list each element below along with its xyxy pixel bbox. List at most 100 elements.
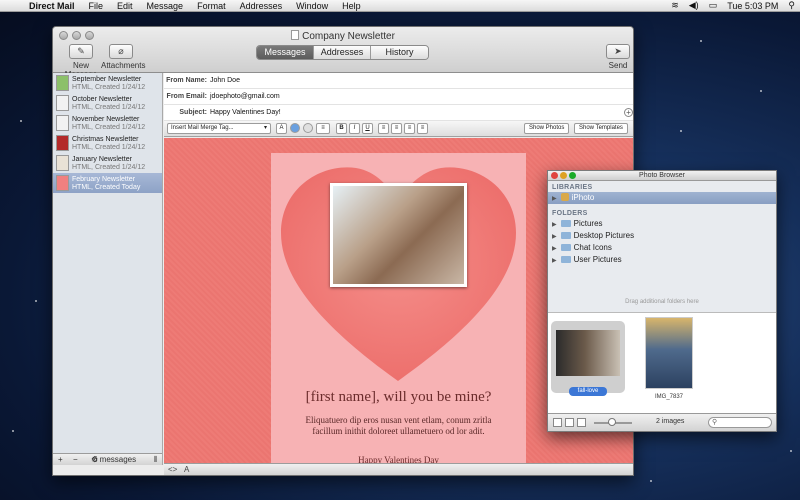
iphoto-icon xyxy=(560,193,569,201)
list-item[interactable]: September Newsletter HTML, Created 1/24/… xyxy=(53,73,162,93)
window-toolbar: Company Newsletter ✎ New Message ⌀ Attac… xyxy=(53,27,633,79)
align-left-icon[interactable]: ≡ xyxy=(378,123,389,134)
menu-edit[interactable]: Edit xyxy=(110,1,140,11)
from-name-label: From Name: xyxy=(166,77,207,84)
list-item[interactable]: January Newsletter HTML, Created 1/24/12 xyxy=(53,153,162,173)
window-title: Company Newsletter xyxy=(53,30,633,42)
folder-icon xyxy=(560,244,571,251)
photo-caption: IMG_7837 xyxy=(654,394,684,400)
font-icon[interactable]: A xyxy=(276,123,287,134)
image-count: 2 images xyxy=(656,418,685,425)
menu-message[interactable]: Message xyxy=(140,1,191,11)
canvas-footer: <> A xyxy=(164,463,633,475)
menu-help[interactable]: Help xyxy=(335,1,368,11)
from-email-field[interactable]: jdoephoto@gmail.com xyxy=(210,89,280,105)
folders-header: FOLDERS xyxy=(552,210,588,217)
paper-plane-icon: ➤ xyxy=(606,44,630,59)
align-center-icon[interactable]: ≡ xyxy=(391,123,402,134)
underline-button[interactable]: U xyxy=(362,123,373,134)
tab-addresses[interactable]: Addresses xyxy=(314,46,371,59)
view-tabs: Messages Addresses History xyxy=(256,45,429,60)
mail-merge-dropdown[interactable]: Insert Mail Merge Tag... ▾ xyxy=(167,123,271,134)
newsletter-thumbnail xyxy=(56,95,69,111)
disclosure-triangle-icon[interactable]: ▶ xyxy=(552,196,557,202)
zoom-button[interactable] xyxy=(569,172,576,179)
folder-item[interactable]: ▶ Chat Icons xyxy=(548,242,776,254)
list-view-icon[interactable] xyxy=(565,418,574,427)
newsletter-headline[interactable]: [first name], will you be mine? xyxy=(271,389,526,406)
menu-app-name[interactable]: Direct Mail xyxy=(22,1,82,11)
search-icon: ⚲ xyxy=(712,419,718,426)
remove-icon[interactable]: − xyxy=(73,455,78,464)
newsletter-thumbnail xyxy=(56,155,69,171)
couple-photo[interactable] xyxy=(330,183,467,287)
folder-item[interactable]: ▶ Desktop Pictures xyxy=(548,230,776,242)
folder-item[interactable]: ▶ User Pictures xyxy=(548,254,776,266)
menu-bar: Direct Mail File Edit Message Format Add… xyxy=(0,0,800,12)
menubar-clock[interactable]: Tue 5:03 PM xyxy=(722,1,783,11)
newsletter-thumbnail xyxy=(56,135,69,151)
resize-handle-icon[interactable]: ⫴ xyxy=(154,455,157,465)
slider-knob[interactable] xyxy=(608,418,616,426)
library-iphoto[interactable]: ▶ iPhoto xyxy=(548,192,776,204)
align-right-icon[interactable]: ≡ xyxy=(404,123,415,134)
add-icon[interactable]: + xyxy=(58,455,63,464)
search-field[interactable]: ⚲ xyxy=(708,417,772,428)
wifi-icon[interactable]: ≋ xyxy=(666,0,684,11)
menu-file[interactable]: File xyxy=(82,1,111,11)
subject-field[interactable]: Happy Valentines Day! xyxy=(210,105,281,121)
battery-icon[interactable]: ▭ xyxy=(704,0,723,11)
menu-format[interactable]: Format xyxy=(190,1,233,11)
text-view-icon[interactable]: A xyxy=(184,465,189,474)
disclosure-triangle-icon[interactable]: ▶ xyxy=(552,234,557,240)
photo-thumbnail[interactable] xyxy=(645,317,693,389)
newsletter-body[interactable]: Eliquatuero dip eros nusan vent etlam, c… xyxy=(291,415,506,437)
folder-icon xyxy=(560,232,571,239)
grid-view-icon[interactable] xyxy=(553,418,562,427)
justify-icon[interactable]: ≡ xyxy=(417,123,428,134)
add-field-icon[interactable]: + xyxy=(624,108,633,117)
format-toolbar: Insert Mail Merge Tag... ▾ A ≡ B I U ≡ ≡ … xyxy=(164,121,633,137)
close-button[interactable] xyxy=(551,172,558,179)
italic-button[interactable]: I xyxy=(349,123,360,134)
list-item[interactable]: Christmas Newsletter HTML, Created 1/24/… xyxy=(53,133,162,153)
disclosure-triangle-icon[interactable]: ▶ xyxy=(552,222,557,228)
folder-icon xyxy=(560,220,571,227)
disclosure-triangle-icon[interactable]: ▶ xyxy=(552,258,557,264)
attachments-button[interactable]: ⌀ Attachments xyxy=(101,44,145,70)
folder-item[interactable]: ▶ Pictures xyxy=(548,218,776,230)
from-email-label: From Email: xyxy=(166,93,207,100)
volume-icon[interactable]: ◀) xyxy=(684,0,704,11)
spotlight-icon[interactable]: ⚲ xyxy=(783,0,800,11)
libraries-header: LIBRARIES xyxy=(552,184,593,191)
column-view-icon[interactable] xyxy=(577,418,586,427)
photo-browser-window: Photo Browser LIBRARIES ▶ iPhoto FOLDERS … xyxy=(547,170,777,432)
minimize-button[interactable] xyxy=(560,172,567,179)
list-item-selected[interactable]: February Newsletter HTML, Created Today xyxy=(53,173,162,193)
from-name-field[interactable]: John Doe xyxy=(210,73,240,89)
code-view-icon[interactable]: <> xyxy=(168,465,177,474)
menu-window[interactable]: Window xyxy=(289,1,335,11)
color-picker-icon[interactable] xyxy=(290,123,300,133)
menu-addresses[interactable]: Addresses xyxy=(233,1,290,11)
document-icon xyxy=(291,30,300,40)
photo-caption: fall-love xyxy=(569,387,607,396)
list-item[interactable]: October Newsletter HTML, Created 1/24/12 xyxy=(53,93,162,113)
link-icon[interactable] xyxy=(303,123,313,133)
compose-icon: ✎ xyxy=(69,44,93,59)
message-list: September Newsletter HTML, Created 1/24/… xyxy=(53,73,163,465)
list-item[interactable]: November Newsletter HTML, Created 1/24/1… xyxy=(53,113,162,133)
show-photos-button[interactable]: Show Photos xyxy=(524,123,570,134)
message-count: 6 messages xyxy=(93,455,137,464)
disclosure-triangle-icon[interactable]: ▶ xyxy=(552,246,557,252)
send-button[interactable]: ➤ Send xyxy=(605,44,631,70)
tab-history[interactable]: History xyxy=(371,46,428,59)
bold-button[interactable]: B xyxy=(336,123,347,134)
newsletter-thumbnail xyxy=(56,115,69,131)
photo-browser-footer: 2 images ⚲ xyxy=(548,413,776,431)
tab-messages[interactable]: Messages xyxy=(257,46,314,59)
newsletter-thumbnail xyxy=(56,175,69,191)
show-templates-button[interactable]: Show Templates xyxy=(574,123,628,134)
list-icon[interactable]: ≡ xyxy=(316,123,330,134)
photo-thumbnail-selected[interactable]: fall-love xyxy=(551,321,625,396)
